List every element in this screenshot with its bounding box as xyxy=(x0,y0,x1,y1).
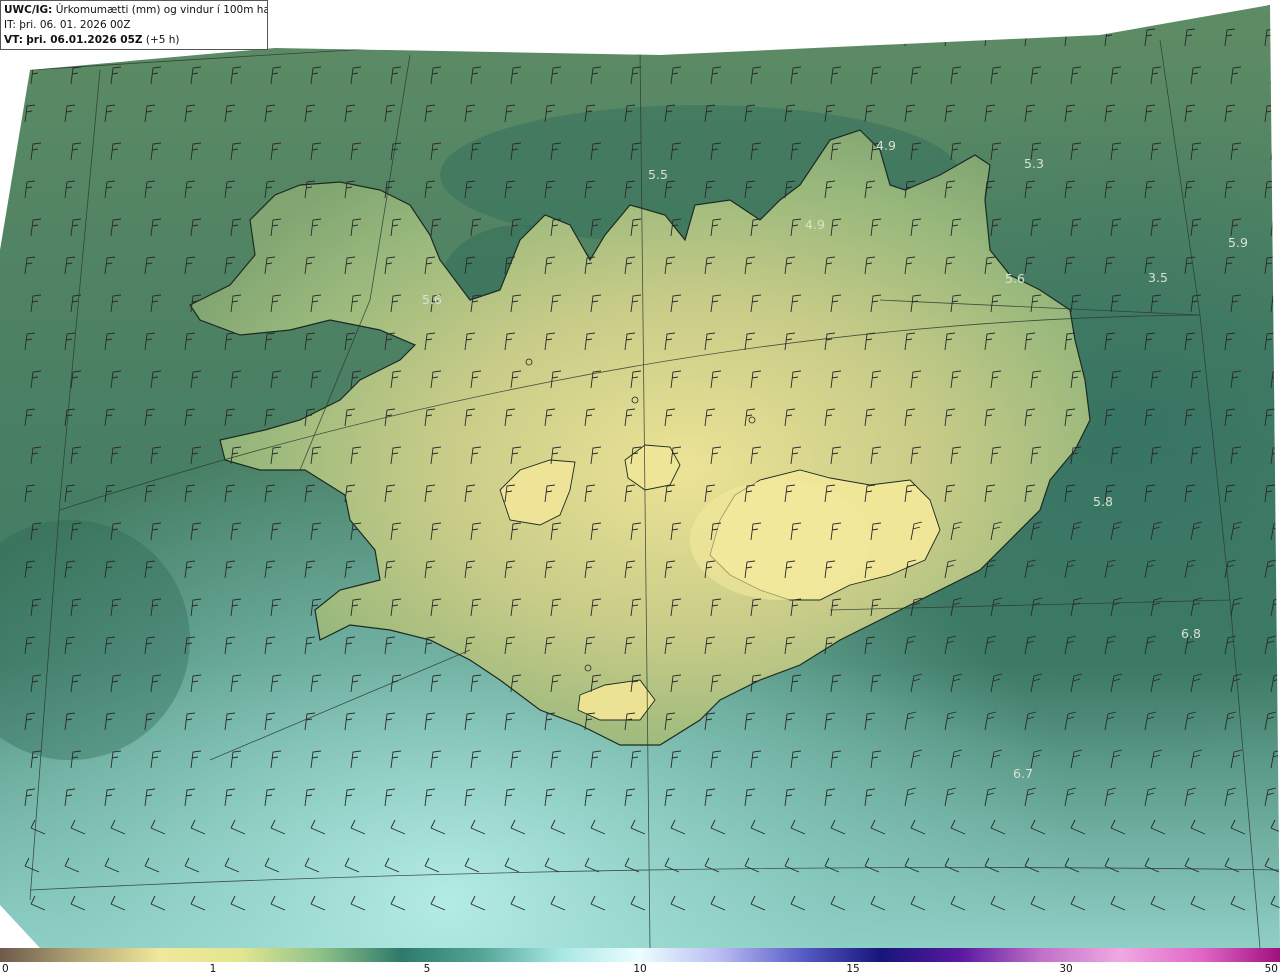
vt-label: VT: xyxy=(4,34,23,46)
scale-tick-label: 30 xyxy=(1059,963,1073,975)
scale-tick-label: 50 xyxy=(1264,963,1278,975)
color-scale-ticks: 0 1 5 10 15 30 50 xyxy=(0,962,1280,978)
value-label: 5.5 xyxy=(648,167,668,182)
value-label: 5.9 xyxy=(1228,235,1248,250)
value-label: 5.6 xyxy=(1005,271,1025,286)
vt-value: þri. 06.01.2026 05Z xyxy=(26,34,143,46)
color-scale-gradient xyxy=(0,948,1280,962)
value-label: 5.3 xyxy=(1024,156,1044,171)
valid-time-line: VT: þri. 06.01.2026 05Z (+5 h) xyxy=(4,33,264,48)
value-label: 6.7 xyxy=(1013,766,1033,781)
initial-time-line: IT: þri. 06. 01. 2026 00Z xyxy=(4,18,264,33)
title-line: UWC/IG: Úrkomumætti (mm) og vindur í 100… xyxy=(4,3,267,18)
it-value: þri. 06. 01. 2026 00Z xyxy=(19,19,131,31)
value-label: 3.5 xyxy=(1148,270,1168,285)
value-label: 5.6 xyxy=(422,292,442,307)
product-name: Úrkomumætti (mm) og vindur í 100m hæð xyxy=(55,4,268,16)
scale-tick-label: 1 xyxy=(209,963,217,975)
value-label: 4.9 xyxy=(805,217,825,232)
it-label: IT: xyxy=(4,19,16,31)
scale-tick-label: 5 xyxy=(423,963,431,975)
precipitation-wind-map: 4.9 5.3 5.5 4.9 5.9 5.6 3.5 5.6 5.8 6.8 … xyxy=(0,0,1280,948)
color-scale-bar xyxy=(0,948,1280,962)
scale-tick-label: 10 xyxy=(633,963,647,975)
scale-tick-label: 15 xyxy=(846,963,860,975)
vt-offset: (+5 h) xyxy=(145,34,180,46)
model-name: UWC/IG: xyxy=(4,4,53,16)
value-label: 5.8 xyxy=(1093,494,1113,509)
value-label: 4.9 xyxy=(876,138,896,153)
map-info-box: UWC/IG: Úrkomumætti (mm) og vindur í 100… xyxy=(0,0,268,50)
value-label: 6.8 xyxy=(1181,626,1201,641)
scale-tick-label: 0 xyxy=(2,963,9,975)
